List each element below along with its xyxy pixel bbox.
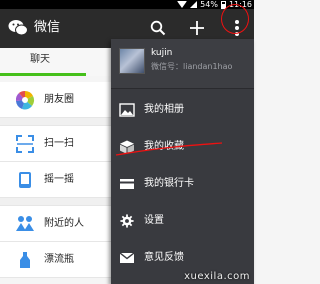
moments-icon [15, 90, 35, 110]
wechat-logo-icon [8, 20, 28, 36]
tab-chats[interactable]: 聊天 [0, 48, 86, 76]
bank-card-icon [120, 179, 134, 189]
list-item-label: 扫一扫 [44, 138, 74, 149]
list-item-label: 摇一摇 [44, 174, 74, 185]
list-item-label: 漂流瓶 [44, 254, 74, 265]
photo-icon [119, 103, 135, 117]
red-underline-annotation [115, 142, 223, 156]
menu-item-label: 我的相册 [144, 104, 184, 115]
menu-item-settings[interactable]: 设置 [111, 203, 254, 239]
people-nearby-icon [16, 216, 34, 231]
menu-item-bank-card[interactable]: 我的银行卡 [111, 166, 254, 202]
menu-item-my-album[interactable]: 我的相册 [111, 92, 254, 128]
status-bar: 54% 11:16 [0, 0, 254, 9]
plus-icon [190, 21, 204, 35]
tab-chats-label: 聊天 [30, 54, 50, 65]
gear-icon [120, 214, 134, 228]
mail-icon [119, 252, 135, 263]
profile-header[interactable]: kujin 微信号：liandan1hao [111, 39, 254, 89]
battery-percent: 54% [200, 0, 218, 9]
search-button[interactable] [147, 17, 169, 39]
menu-item-label: 设置 [144, 215, 164, 226]
active-tab-indicator [0, 73, 86, 76]
list-item-label: 附近的人 [44, 218, 84, 229]
watermark: xuexila.com [184, 271, 250, 282]
app-title: 微信 [34, 20, 61, 35]
add-button[interactable] [186, 17, 208, 39]
wechat-id: 微信号：liandan1hao [151, 62, 233, 71]
profile-name: kujin [151, 48, 173, 58]
menu-item-label: 意见反馈 [144, 252, 184, 263]
search-icon [150, 20, 166, 36]
signal-icon [190, 1, 198, 8]
menu-item-label: 我的银行卡 [144, 178, 194, 189]
list-item-label: 朋友圈 [44, 94, 74, 105]
wifi-icon [177, 1, 188, 8]
avatar [119, 48, 145, 74]
red-circle-annotation [221, 4, 249, 34]
drift-bottle-icon [20, 252, 30, 268]
overflow-menu: kujin 微信号：liandan1hao 我的相册 我的收藏 我的银行卡 设置… [111, 39, 254, 284]
scan-icon [16, 135, 34, 153]
shake-icon [19, 172, 31, 188]
